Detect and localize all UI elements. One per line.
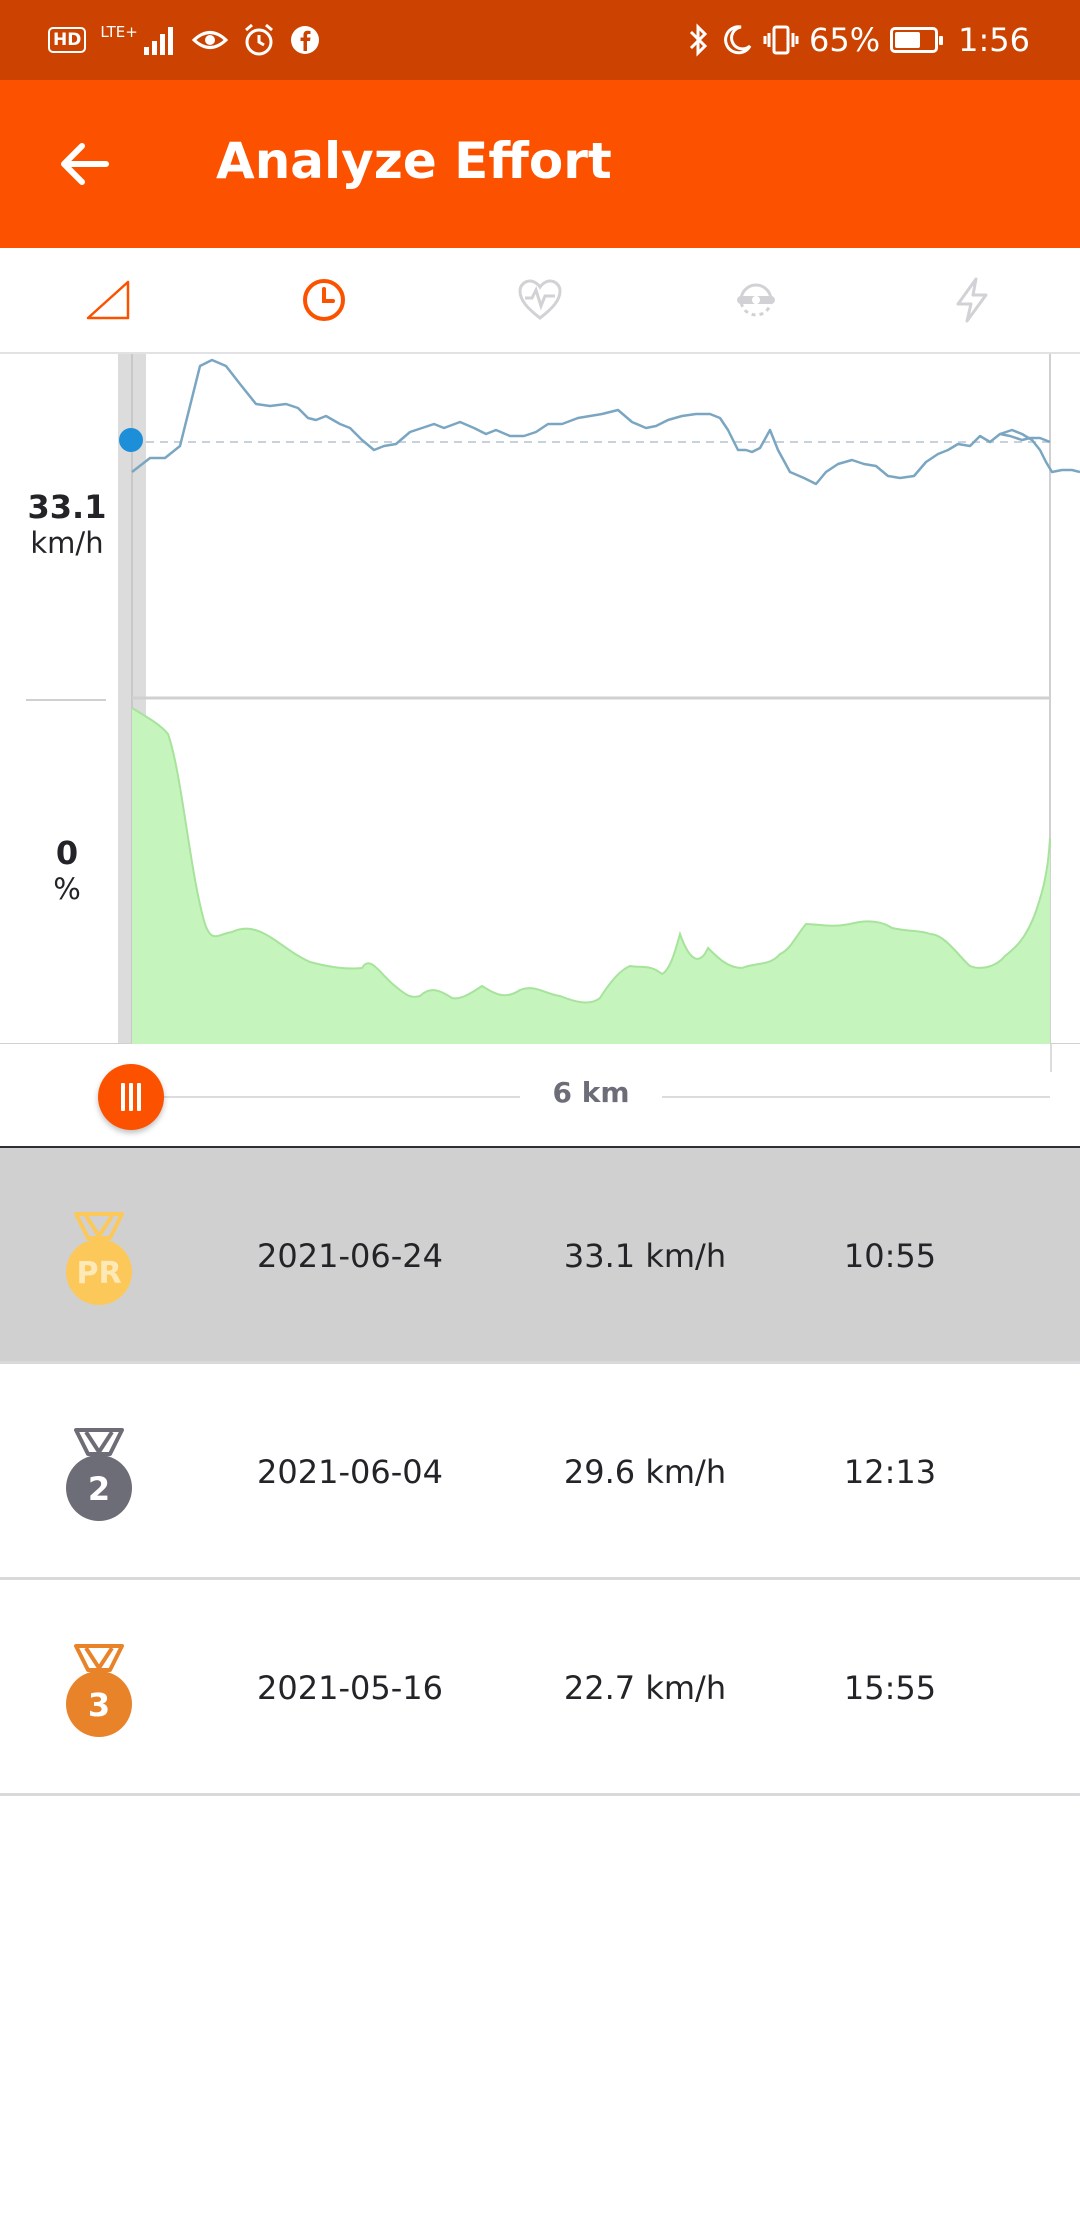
power-icon <box>956 277 988 323</box>
bronze-medal-icon: 3 <box>66 1644 132 1737</box>
effort-time: 10:55 <box>843 1237 937 1275</box>
battery-fill <box>895 32 920 48</box>
speed-axis-label: 33.1 km/h <box>2 488 132 560</box>
effort-chart[interactable]: 33.1 km/h 0 % <box>0 354 1080 1044</box>
handle-grip <box>121 1083 125 1111</box>
medal-rank: 2 <box>88 1470 110 1508</box>
pr-medal-icon: PR <box>66 1212 132 1305</box>
scrubber-dot[interactable] <box>119 428 143 452</box>
slider-handle[interactable] <box>98 1064 164 1130</box>
grade-unit: % <box>53 872 81 906</box>
facebook-icon <box>290 25 320 55</box>
silver-medal-icon: 2 <box>66 1428 132 1521</box>
effort-date: 2021-06-04 <box>257 1453 443 1491</box>
metric-tabs <box>0 248 1080 354</box>
tab-heart-rate[interactable] <box>432 248 648 352</box>
slider-end-tick <box>1050 1044 1052 1072</box>
network-type: LTE+ <box>100 23 138 41</box>
vibrate-icon <box>763 24 799 56</box>
medal-rank: 3 <box>88 1686 110 1724</box>
effort-leaderboard: PR 2021-06-24 33.1 km/h 10:55 2 2021-06-… <box>0 1148 1080 1796</box>
arrow-left-icon <box>61 143 109 185</box>
effort-speed: 29.6 km/h <box>563 1453 727 1491</box>
status-right: 65% 1:56 <box>687 18 1030 62</box>
speed-value: 33.1 <box>27 488 107 526</box>
hd-badge: HD <box>48 27 87 53</box>
effort-row-3[interactable]: 3 2021-05-16 22.7 km/h 15:55 <box>0 1580 1080 1796</box>
elevation-icon <box>86 280 130 320</box>
heart-rate-icon <box>518 279 562 320</box>
tab-time[interactable] <box>216 248 432 352</box>
back-button[interactable] <box>40 126 128 202</box>
cadence-icon <box>737 283 775 317</box>
effort-time: 15:55 <box>843 1669 937 1707</box>
battery-icon <box>890 27 944 53</box>
distance-label: 6 km <box>552 1076 630 1109</box>
distance-slider[interactable]: 6 km <box>0 1044 1080 1148</box>
tab-cadence[interactable] <box>648 248 864 352</box>
signal-icon <box>142 25 178 55</box>
effort-time: 12:13 <box>843 1453 937 1491</box>
effort-date: 2021-06-24 <box>257 1237 443 1275</box>
moon-icon <box>721 24 753 56</box>
speed-line <box>131 358 1051 486</box>
clock-time: 1:56 <box>958 21 1030 59</box>
status-left: HD LTE+ <box>48 18 320 62</box>
effort-speed: 33.1 km/h <box>563 1237 727 1275</box>
grade-area <box>132 708 1050 1044</box>
eye-icon <box>191 25 228 55</box>
alarm-icon <box>242 23 276 57</box>
page-title: Analyze Effort <box>216 132 612 190</box>
effort-speed: 22.7 km/h <box>563 1669 727 1707</box>
grade-value: 0 <box>55 834 79 872</box>
speed-unit: km/h <box>30 526 104 560</box>
chart-svg <box>0 354 1080 1044</box>
status-bar: HD LTE+ 65% 1:56 <box>0 0 1080 80</box>
slider-track-left <box>160 1096 520 1098</box>
battery-percent: 65% <box>809 21 881 59</box>
bluetooth-icon <box>687 23 711 57</box>
effort-row-2[interactable]: 2 2021-06-04 29.6 km/h 12:13 <box>0 1364 1080 1580</box>
tab-elevation[interactable] <box>0 248 216 352</box>
effort-date: 2021-05-16 <box>257 1669 443 1707</box>
slider-track-right <box>662 1096 1050 1098</box>
app-header: Analyze Effort <box>0 80 1080 248</box>
grade-axis-label: 0 % <box>2 834 132 906</box>
tab-power[interactable] <box>864 248 1080 352</box>
handle-grip <box>129 1083 133 1111</box>
effort-row-1[interactable]: PR 2021-06-24 33.1 km/h 10:55 <box>0 1148 1080 1364</box>
clock-icon <box>303 279 345 321</box>
medal-rank: PR <box>76 1256 121 1291</box>
handle-grip <box>137 1083 141 1111</box>
